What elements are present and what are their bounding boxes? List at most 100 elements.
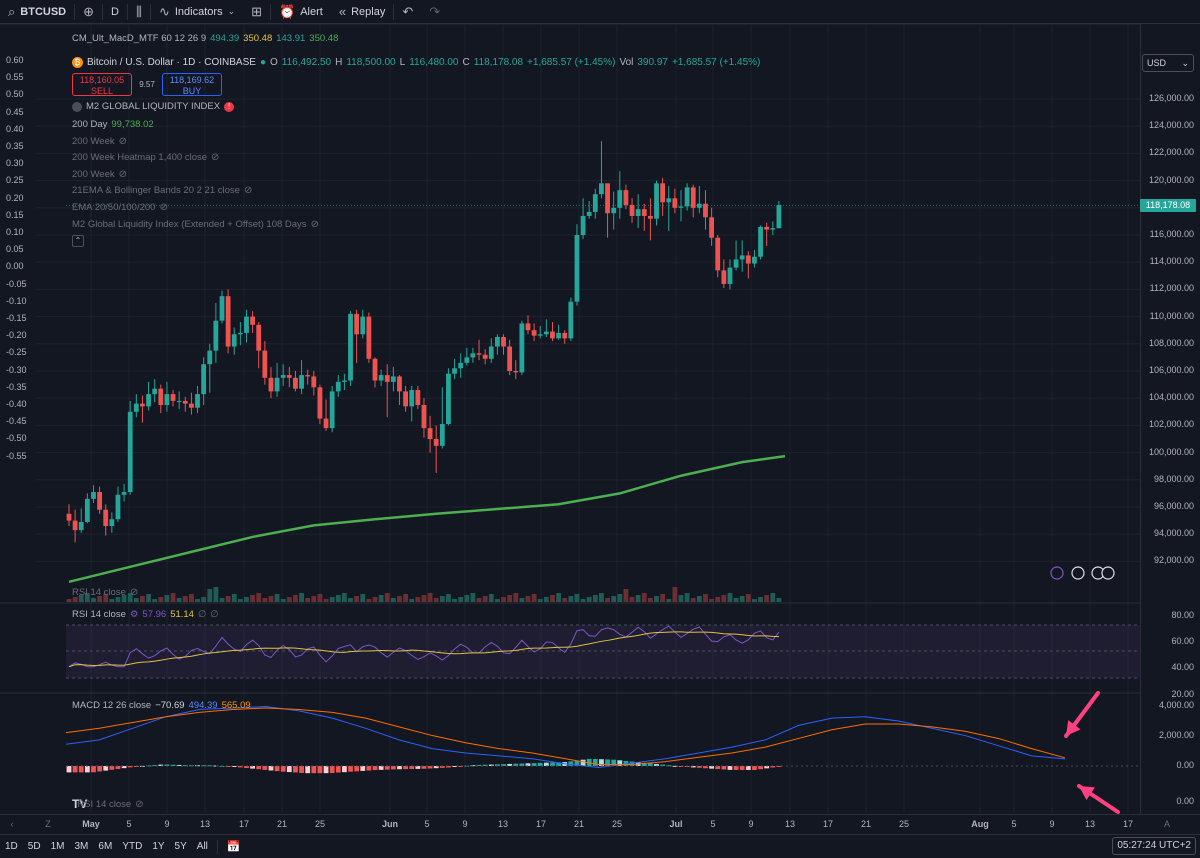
change-value: +1,685.57 (+1.45%) [527, 57, 616, 68]
scale-tick-label: 0.60 [6, 55, 24, 65]
scroll-left-icon[interactable]: ‹ [11, 819, 14, 829]
hidden-eye-icon[interactable]: ⊘ [135, 799, 143, 810]
hidden-eye-icon[interactable]: ⊘ [130, 587, 138, 598]
range-button[interactable]: YTD [117, 841, 147, 852]
clock[interactable]: 05:27:24 UTC+2 [1112, 837, 1196, 855]
indicator-legend-ema[interactable]: EMA 20/50/100/200 ⊘ [72, 202, 168, 213]
time-scale[interactable]: ‹ Z A May 5 9 13 17 21 25 Jun 5 9 13 17 21 25 Jul 5 9 13 1… [0, 814, 1200, 834]
buy-button[interactable]: 118,169.62 BUY [162, 73, 222, 96]
indicator-legend-macd-mtf[interactable]: CM_Ult_MacD_MTF 60 12 26 9 494.39 350.48… [72, 33, 338, 44]
volume-bar [384, 593, 390, 602]
candle-down [268, 377, 274, 392]
hidden-eye-icon[interactable]: ⊘ [119, 136, 127, 147]
volume-bar [237, 599, 243, 602]
hidden-eye-icon[interactable]: ⊘ [244, 185, 252, 196]
macd-histogram-bar [342, 766, 347, 773]
indicator-legend-m2[interactable]: M2 GLOBAL LIQUIDITY INDEX ! [72, 101, 235, 112]
volume-bar [635, 595, 641, 602]
volume-bar [164, 595, 170, 602]
range-button[interactable]: 1Y [147, 841, 169, 852]
volume-bar [501, 597, 506, 602]
candle-down [427, 428, 433, 439]
sell-button[interactable]: 118,160.05 SELL [72, 73, 132, 96]
volume-bar [274, 594, 280, 602]
range-button[interactable]: All [192, 841, 213, 852]
settings-icon[interactable]: ⚙ [130, 609, 139, 620]
calendar-icon[interactable]: 📅 [222, 840, 246, 853]
range-button[interactable]: 3M [70, 841, 94, 852]
volume-bar [158, 597, 164, 602]
divider [216, 839, 218, 854]
scale-tick-label: 0.40 [6, 123, 24, 134]
price-scale[interactable]: 126,000.00 124,000.00 122,000.00 120,000.00… [1140, 24, 1200, 814]
volume-bar [189, 594, 194, 602]
indicator-name: MACD 12 26 close [72, 700, 152, 711]
symbol-legend[interactable]: ₿ Bitcoin / U.S. Dollar · 1D · COINBASE … [72, 57, 760, 68]
candle-up [409, 390, 415, 407]
auto-scale-icon[interactable]: A [1164, 819, 1170, 829]
low-label: L [399, 57, 406, 68]
candle-up [519, 323, 525, 373]
candle-up [635, 209, 641, 216]
candle-up [592, 194, 598, 212]
range-button[interactable]: 1M [46, 841, 70, 852]
indicator-legend-200-day[interactable]: 200 Day 99,738.02 [72, 119, 154, 130]
event-icon [1050, 566, 1064, 580]
indicator-legend-200-week[interactable]: 200 Week ⊘ [72, 136, 127, 147]
candle-down [531, 330, 537, 336]
time-tick-label: 9 [164, 819, 170, 829]
range-button[interactable]: 1D [0, 841, 23, 852]
indicator-value: 99,738.02 [111, 119, 154, 130]
macd-histogram-bar [384, 766, 390, 770]
zoom-icon[interactable]: Z [45, 819, 51, 829]
hidden-eye-icon[interactable]: ⊘ [119, 169, 127, 180]
scale-tick-label: -0.20 [6, 330, 27, 341]
symbol-title: Bitcoin / U.S. Dollar · 1D · COINBASE [87, 57, 256, 68]
candle-up [684, 187, 690, 207]
signal-line [65, 707, 1066, 766]
volume-bar [372, 597, 378, 602]
range-button[interactable]: 6M [93, 841, 117, 852]
indicator-legend-200-week-heatmap[interactable]: 200 Week Heatmap 1,400 close ⊘ [72, 152, 219, 163]
hidden-eye-icon[interactable]: ⊘ [159, 202, 167, 213]
volume-bar [348, 598, 353, 602]
indicator-legend-200-week-2[interactable]: 200 Week ⊘ [72, 169, 127, 180]
chart-canvas[interactable] [0, 0, 1200, 858]
range-button[interactable]: 5D [23, 841, 46, 852]
range-button[interactable]: 5Y [170, 841, 192, 852]
candle-down [97, 492, 102, 510]
candle-down [433, 439, 439, 446]
indicator-name: EMA 20/50/100/200 [72, 202, 156, 213]
candle-up [568, 301, 574, 339]
indicator-icon [72, 101, 82, 112]
currency-selector[interactable]: USD ⌄ [1142, 54, 1194, 72]
macd-histogram-bar [550, 762, 555, 766]
time-tick-label: 5 [126, 819, 132, 829]
indicator-name: CM_Ult_MacD_MTF 60 12 26 9 [72, 33, 207, 44]
indicator-legend-bollinger[interactable]: 21EMA & Bollinger Bands 20 2 21 close ⊘ [72, 185, 252, 196]
volume-bar [305, 598, 311, 602]
rsi-legend[interactable]: RSI 14 close ⚙ 57.96 51.14 ∅ ∅ [72, 609, 219, 620]
candle-down [721, 270, 727, 284]
candle-up [207, 350, 213, 365]
macd-legend[interactable]: MACD 12 26 close −70.69 494.39 565.09 [72, 700, 251, 711]
rsi-legend-bottom[interactable]: TV RSI 14 close ⊘ [72, 797, 144, 811]
left-scale[interactable]: 0.60 0.55 0.50 0.45 0.40 0.35 0.30 0.25 0.20 0.15… [0, 24, 36, 602]
volume-bar [672, 587, 678, 602]
candle-down [660, 183, 666, 203]
time-tick-label: 17 [1122, 819, 1134, 829]
rsi-legend-top[interactable]: RSI 14 close ⊘ [72, 587, 138, 598]
volume-bar [201, 597, 207, 602]
hidden-eye-icon[interactable]: ⊘ [211, 152, 219, 163]
candle-up [446, 373, 451, 425]
macd-histogram-bar [348, 766, 353, 772]
candle-down [550, 331, 555, 339]
scale-tick-label: -0.45 [6, 416, 27, 427]
candle-up [299, 375, 304, 389]
indicator-name: RSI 14 close [72, 609, 126, 620]
collapse-legend-button[interactable]: ⌃ [72, 235, 84, 247]
volume-bar [531, 594, 537, 602]
hidden-eye-icon[interactable]: ⊘ [311, 219, 319, 230]
volume-value: 390.97 [637, 57, 668, 68]
indicator-legend-m2-extended[interactable]: M2 Global Liquidity Index (Extended + Of… [72, 219, 319, 230]
